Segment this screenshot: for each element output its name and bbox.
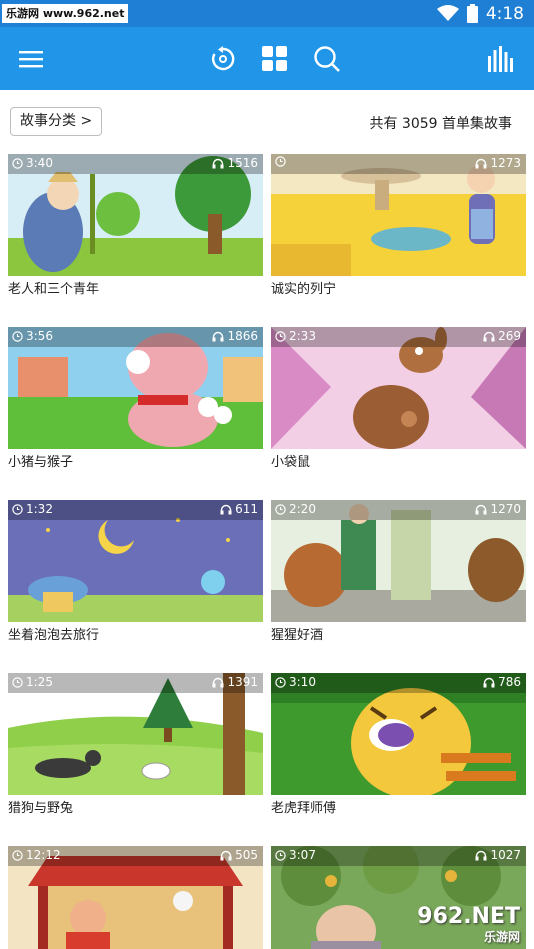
story-plays: 269 (498, 329, 521, 343)
menu-button[interactable] (11, 39, 51, 79)
story-card[interactable]: 2:20 1270 猩猩好酒 (271, 500, 526, 660)
story-plays: 1270 (490, 502, 521, 516)
player-button[interactable] (481, 39, 521, 79)
story-meta-bar: 3:07 1027 (271, 846, 526, 866)
story-meta-bar: 2:20 1270 (271, 500, 526, 520)
story-title: 猩猩好酒 (271, 628, 324, 643)
wifi-icon (436, 5, 459, 21)
headphones-icon (475, 504, 487, 514)
category-button[interactable]: 故事分类 > (10, 107, 103, 136)
list-header: 故事分类 > 共有 3059 首单集故事 (0, 90, 534, 154)
clock-icon (275, 156, 286, 167)
story-plays: 1866 (227, 329, 258, 343)
watermark: 乐游网 www.962.net (2, 4, 129, 23)
story-duration: 3:10 (289, 675, 316, 689)
story-duration: 1:25 (26, 675, 53, 689)
clock-icon (275, 676, 286, 688)
story-plays: 1273 (490, 156, 521, 170)
story-plays: 1516 (227, 156, 258, 170)
grid-icon (262, 46, 287, 71)
replay-icon (211, 46, 235, 71)
brand-logo: 962.NET 乐游网 (417, 906, 520, 945)
headphones-icon (475, 158, 487, 168)
brand-logo-text: 962.NET (417, 904, 520, 929)
clock-icon (275, 330, 286, 342)
clock-icon (12, 330, 23, 342)
story-meta-bar: 12:12 505 (8, 846, 263, 866)
story-title: 老人和三个青年 (8, 282, 100, 297)
headphones-icon (220, 504, 232, 514)
story-plays: 1027 (490, 848, 521, 862)
story-plays: 1391 (227, 675, 258, 689)
search-button[interactable] (307, 39, 347, 79)
clock-icon (275, 849, 286, 861)
search-icon (314, 46, 340, 72)
status-bar: 乐游网 www.962.net 4:18 (0, 0, 534, 27)
equalizer-icon (488, 46, 513, 72)
story-duration: 1:32 (26, 502, 53, 516)
story-meta-bar: 3:40 1516 (8, 154, 263, 174)
headphones-icon (220, 850, 232, 860)
story-meta-bar: 2:33 269 (271, 327, 526, 347)
story-duration: 2:20 (289, 502, 316, 516)
story-title: 猎狗与野兔 (8, 801, 74, 816)
battery-icon (466, 4, 478, 23)
story-card[interactable]: 2:33 269 小袋鼠 (271, 327, 526, 487)
story-card[interactable]: 1273 诚实的列宁 (271, 154, 526, 314)
story-meta-bar: 1273 (271, 154, 526, 174)
clock: 4:18 (485, 3, 524, 24)
toolbar (0, 27, 534, 90)
story-duration: 3:07 (289, 848, 316, 862)
story-card[interactable]: 3:10 786 老虎拜师傅 (271, 673, 526, 833)
clock-icon (12, 676, 23, 688)
story-meta-bar: 1:25 1391 (8, 673, 263, 693)
clock-icon (12, 849, 23, 861)
story-duration: 12:12 (26, 848, 61, 862)
headphones-icon (475, 850, 487, 860)
story-meta-bar: 1:32 611 (8, 500, 263, 520)
headphones-icon (212, 677, 224, 687)
clock-icon (12, 157, 23, 169)
story-card[interactable]: 3:56 1866 小猪与猴子 (8, 327, 263, 487)
story-count: 共有 3059 首单集故事 (369, 116, 512, 132)
story-plays: 505 (235, 848, 258, 862)
story-title: 诚实的列宁 (271, 282, 337, 297)
headphones-icon (483, 677, 495, 687)
replay-button[interactable] (203, 39, 243, 79)
story-title: 小袋鼠 (271, 455, 311, 470)
story-title: 老虎拜师傅 (271, 801, 337, 816)
headphones-icon (212, 331, 224, 341)
story-card[interactable]: 1:32 611 坐着泡泡去旅行 (8, 500, 263, 660)
story-duration: 3:40 (26, 156, 53, 170)
story-duration: 2:33 (289, 329, 316, 343)
headphones-icon (483, 331, 495, 341)
status-icons: 4:18 (436, 0, 524, 27)
category-grid-button[interactable] (255, 39, 295, 79)
story-meta-bar: 3:10 786 (271, 673, 526, 693)
story-title: 坐着泡泡去旅行 (8, 628, 100, 643)
headphones-icon (212, 158, 224, 168)
story-duration: 3:56 (26, 329, 53, 343)
clock-icon (275, 503, 286, 515)
story-title: 小猪与猴子 (8, 455, 74, 470)
clock-icon (12, 503, 23, 515)
story-card[interactable]: 3:40 1516 老人和三个青年 (8, 154, 263, 314)
story-meta-bar: 3:56 1866 (8, 327, 263, 347)
story-plays: 611 (235, 502, 258, 516)
story-card[interactable]: 1:25 1391 猎狗与野兔 (8, 673, 263, 833)
story-card[interactable]: 3:07 1027 962.NET 乐游网 (271, 846, 526, 949)
menu-icon (19, 51, 43, 68)
story-plays: 786 (498, 675, 521, 689)
story-card[interactable]: 12:12 505 (8, 846, 263, 949)
brand-logo-subtext: 乐游网 (483, 930, 520, 944)
